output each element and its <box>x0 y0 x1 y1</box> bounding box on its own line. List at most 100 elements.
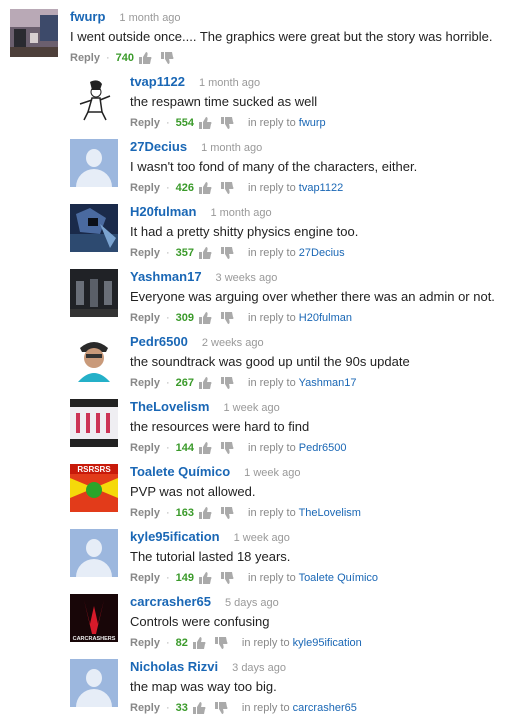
comment-actions: Reply · 163 in reply to TheLovelism <box>130 505 500 521</box>
sketch-figure-avatar[interactable] <box>70 74 118 122</box>
in-reply-to: in reply to fwurp <box>248 115 326 131</box>
separator-dot: · <box>165 507 170 519</box>
reply-button[interactable]: Reply <box>130 245 160 261</box>
author-link[interactable]: kyle95ification <box>130 529 220 544</box>
in-reply-to-link[interactable]: tvap1122 <box>299 182 343 194</box>
in-reply-to-link[interactable]: Pedr6500 <box>299 442 347 454</box>
dark-figures-avatar[interactable] <box>70 269 118 317</box>
thumbs-up-icon[interactable] <box>198 246 212 260</box>
reply-button[interactable]: Reply <box>130 375 160 391</box>
separator-dot: · <box>165 312 170 324</box>
timestamp: 1 month ago <box>119 12 181 24</box>
rsrsrs-avatar[interactable]: RSRSRS <box>70 464 118 512</box>
photo-avatar[interactable] <box>10 9 58 57</box>
thumbs-down-icon[interactable] <box>220 506 234 520</box>
comment-actions: Reply · 740 <box>70 50 500 66</box>
comment-body: H20fulman 1 month ago It had a pretty shit… <box>130 204 500 261</box>
separator-dot: · <box>165 117 170 129</box>
in-reply-to: in reply to Toalete Químico <box>248 570 378 586</box>
carcrashers-avatar[interactable]: CARCRASHERS <box>70 594 118 642</box>
thumbs-up-icon[interactable] <box>198 506 212 520</box>
comment-meta: Yashman17 3 weeks ago <box>130 269 500 285</box>
reply-button[interactable]: Reply <box>130 570 160 586</box>
comment-body: carcrasher65 5 days ago Controls were conf… <box>130 594 500 651</box>
thumbs-up-icon[interactable] <box>198 116 212 130</box>
thumbs-down-icon[interactable] <box>220 441 234 455</box>
thumbs-up-icon[interactable] <box>198 441 212 455</box>
separator-dot: · <box>165 377 170 389</box>
default-avatar[interactable] <box>70 529 118 577</box>
in-reply-to-link[interactable]: TheLovelism <box>299 507 361 519</box>
timestamp: 1 month ago <box>210 207 272 219</box>
comment-text: the respawn time sucked as well <box>130 94 318 109</box>
reply-button[interactable]: Reply <box>70 50 100 66</box>
timestamp: 5 days ago <box>224 597 279 609</box>
in-reply-to-link[interactable]: kyle95ification <box>293 637 362 649</box>
default-avatar[interactable] <box>70 139 118 187</box>
reply-button[interactable]: Reply <box>130 180 160 196</box>
in-reply-to-label: in reply to <box>241 637 290 649</box>
in-reply-to: in reply to kyle95ification <box>242 635 362 651</box>
reply-button[interactable]: Reply <box>130 310 160 326</box>
thumbs-down-icon[interactable] <box>214 701 228 715</box>
thumbs-down-icon[interactable] <box>220 311 234 325</box>
like-count: 149 <box>175 572 194 584</box>
comment-actions: Reply · 426 in reply to tvap1122 <box>130 180 500 196</box>
thumbs-down-icon[interactable] <box>220 181 234 195</box>
comment-body: TheLovelism 1 week ago the resources were … <box>130 399 500 456</box>
author-link[interactable]: fwurp <box>70 9 105 24</box>
comment-body: Toalete Químico 1 week ago PVP was not all… <box>130 464 500 521</box>
in-reply-to-label: in reply to <box>248 247 296 259</box>
author-link[interactable]: 27Decius <box>130 139 187 154</box>
reply-button[interactable]: Reply <box>130 440 160 456</box>
author-link[interactable]: TheLovelism <box>130 399 209 414</box>
in-reply-to-link[interactable]: Toalete Químico <box>299 572 378 584</box>
timestamp: 1 month ago <box>201 142 263 154</box>
in-reply-to: in reply to Pedr6500 <box>248 440 346 456</box>
person-avatar[interactable] <box>70 334 118 382</box>
like-count: 82 <box>175 637 188 649</box>
in-reply-to-label: in reply to <box>241 702 290 714</box>
thumbs-up-icon[interactable] <box>192 701 206 715</box>
author-link[interactable]: H20fulman <box>130 204 196 219</box>
timestamp: 3 weeks ago <box>215 272 278 284</box>
thumbs-up-icon[interactable] <box>198 181 212 195</box>
thumbs-up-icon[interactable] <box>198 571 212 585</box>
carcrashers-logo-text: CARCRASHERS <box>73 636 116 642</box>
thumbs-down-icon[interactable] <box>220 376 234 390</box>
thumbs-up-icon[interactable] <box>198 311 212 325</box>
in-reply-to-link[interactable]: carcrasher65 <box>293 702 357 714</box>
comment-meta: kyle95ification 1 week ago <box>130 529 500 545</box>
thumbs-down-icon[interactable] <box>220 571 234 585</box>
thumbs-down-icon[interactable] <box>220 116 234 130</box>
in-reply-to-link[interactable]: 27Decius <box>299 247 345 259</box>
thumbs-down-icon[interactable] <box>160 51 174 65</box>
separator-dot: · <box>165 637 170 649</box>
default-avatar[interactable] <box>70 659 118 707</box>
author-link[interactable]: Nicholas Rizvi <box>130 659 218 674</box>
thumbs-down-icon[interactable] <box>214 636 228 650</box>
in-reply-to-link[interactable]: H20fulman <box>299 312 352 324</box>
game-scene-avatar[interactable] <box>70 204 118 252</box>
author-link[interactable]: tvap1122 <box>130 74 185 89</box>
in-reply-to-link[interactable]: Yashman17 <box>299 377 357 389</box>
thumbs-up-icon[interactable] <box>198 376 212 390</box>
author-link[interactable]: Pedr6500 <box>130 334 188 349</box>
comment-text: It had a pretty shitty physics engine to… <box>130 224 359 239</box>
comment-actions: Reply · 554 in reply to fwurp <box>130 115 500 131</box>
separator-dot: · <box>165 572 170 584</box>
author-link[interactable]: Toalete Químico <box>130 464 230 479</box>
thumbs-up-icon[interactable] <box>138 51 152 65</box>
in-reply-to-link[interactable]: fwurp <box>299 117 326 129</box>
author-link[interactable]: Yashman17 <box>130 269 202 284</box>
comment-actions: Reply · 267 in reply to Yashman17 <box>130 375 500 391</box>
comment-meta: Toalete Químico 1 week ago <box>130 464 500 480</box>
thumbs-up-icon[interactable] <box>192 636 206 650</box>
reply-button[interactable]: Reply <box>130 115 160 131</box>
reply-button[interactable]: Reply <box>130 505 160 521</box>
thumbs-down-icon[interactable] <box>220 246 234 260</box>
dancers-avatar[interactable] <box>70 399 118 447</box>
comment-body: Pedr6500 2 weeks ago the soundtrack was go… <box>130 334 500 391</box>
author-link[interactable]: carcrasher65 <box>130 594 211 609</box>
reply-button[interactable]: Reply <box>130 635 160 651</box>
